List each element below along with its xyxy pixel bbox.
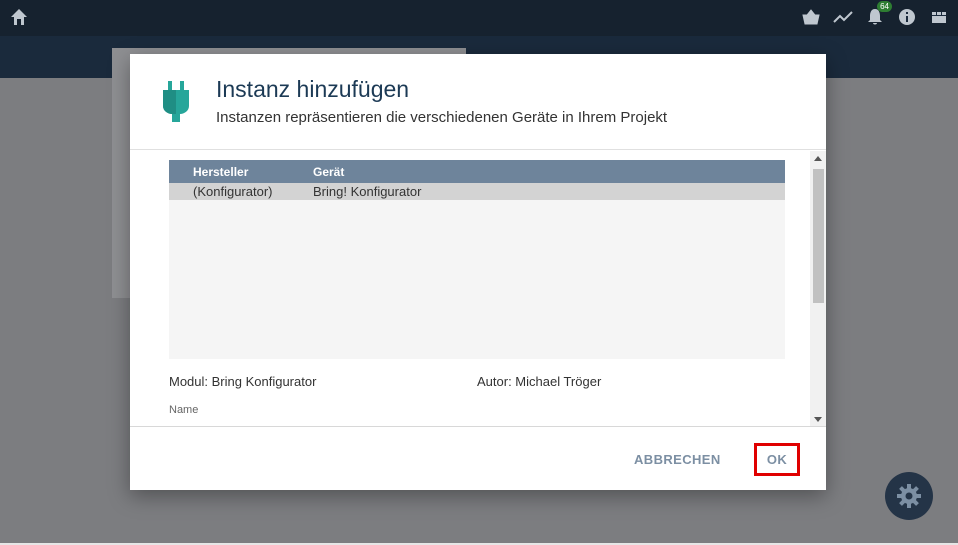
module-info: Modul: Bring Konfigurator [169, 374, 317, 389]
home-icon[interactable] [9, 7, 29, 27]
grid-icon[interactable] [928, 6, 950, 28]
scroll-up-icon[interactable] [814, 156, 822, 161]
ok-button[interactable]: OK [754, 443, 800, 476]
gear-icon [897, 484, 921, 508]
bell-icon[interactable]: 64 [864, 1, 892, 28]
table-row[interactable]: (Konfigurator) Bring! Konfigurator [169, 183, 785, 200]
cell-geraet: Bring! Konfigurator [313, 184, 422, 199]
trend-icon[interactable] [832, 6, 854, 28]
notification-badge: 64 [877, 1, 892, 12]
scrollbar-thumb[interactable] [813, 169, 824, 303]
column-header-geraet[interactable]: Gerät [313, 165, 344, 179]
device-table: Hersteller Gerät (Konfigurator) Bring! K… [169, 160, 785, 359]
dialog-title: Instanz hinzufügen [216, 76, 410, 102]
plug-icon [160, 80, 192, 124]
dialog-subtitle: Instanzen repräsentieren die verschieden… [216, 109, 668, 126]
info-icon[interactable] [896, 6, 918, 28]
table-header: Hersteller Gerät [169, 160, 785, 183]
dialog-body: Hersteller Gerät (Konfigurator) Bring! K… [130, 151, 826, 427]
settings-fab[interactable] [885, 472, 933, 520]
name-label: Name [169, 404, 199, 416]
scrollbar[interactable] [810, 151, 826, 426]
cell-hersteller: (Konfigurator) [193, 184, 273, 199]
top-icons: 64 [800, 1, 950, 28]
scroll-down-icon[interactable] [814, 417, 822, 422]
dialog-header: Instanz hinzufügen Instanzen repräsentie… [130, 54, 826, 150]
basket-icon[interactable] [800, 6, 822, 28]
add-instance-dialog: Instanz hinzufügen Instanzen repräsentie… [130, 54, 826, 490]
dialog-footer: ABBRECHEN OK [130, 428, 826, 490]
cancel-button[interactable]: ABBRECHEN [634, 452, 721, 467]
author-info: Autor: Michael Tröger [477, 374, 602, 389]
column-header-hersteller[interactable]: Hersteller [193, 165, 248, 179]
